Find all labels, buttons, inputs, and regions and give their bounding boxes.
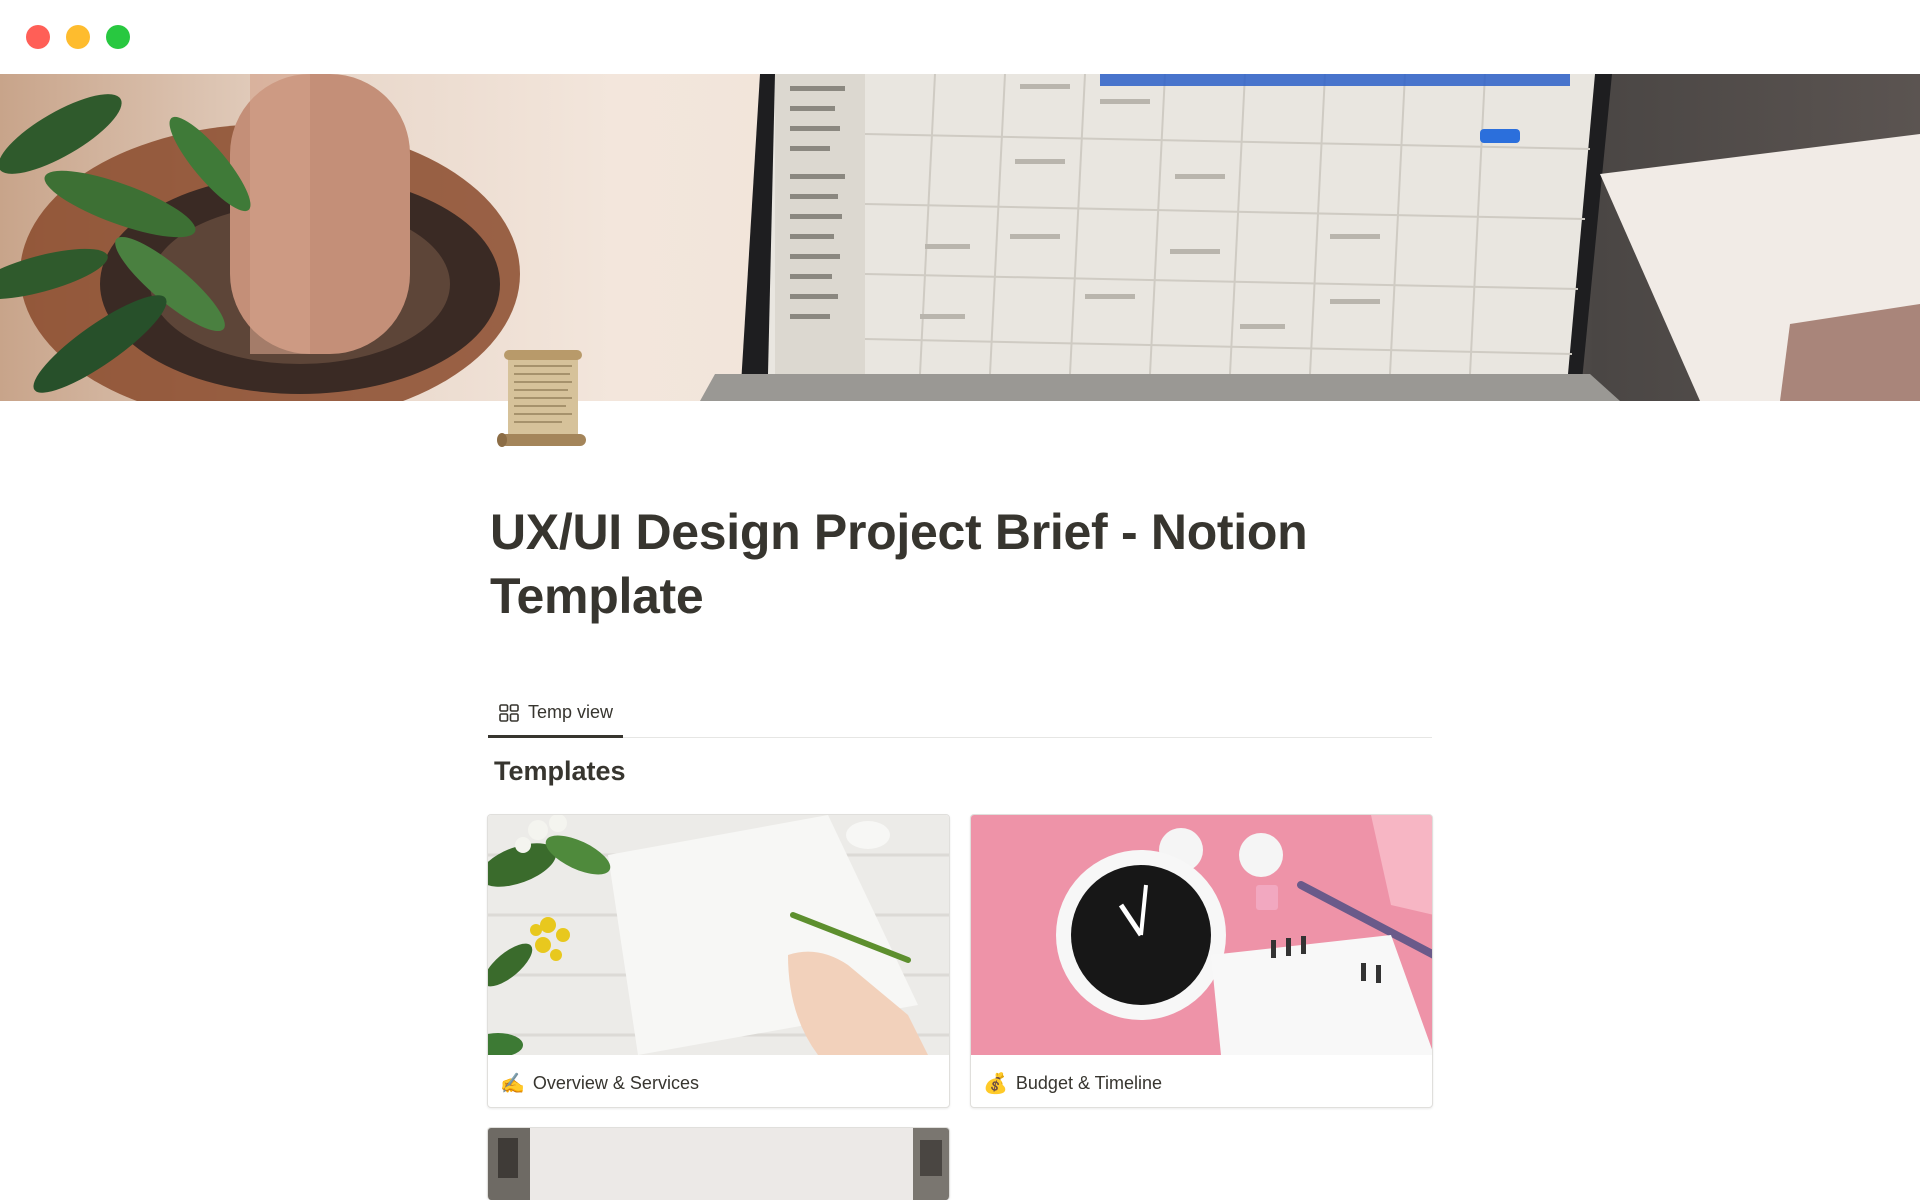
page-cover-image[interactable] — [0, 74, 1920, 401]
gallery-card-partial[interactable] — [487, 1127, 950, 1200]
gallery-card-budget-timeline[interactable]: 💰 Budget & Timeline — [970, 814, 1433, 1108]
close-window-button[interactable] — [26, 25, 50, 49]
card-label: ✍️ Overview & Services — [500, 1069, 699, 1097]
view-tabs: Temp view — [488, 690, 1432, 738]
gallery-heading[interactable]: Templates — [494, 756, 626, 787]
tab-label: Temp view — [528, 702, 614, 722]
card-label: 💰 Budget & Timeline — [983, 1069, 1162, 1097]
gallery-card-overview-services[interactable]: ✍️ Overview & Services — [487, 814, 950, 1108]
card-title: Budget & Timeline — [1015, 1072, 1162, 1093]
zoom-window-button[interactable] — [106, 25, 130, 49]
money-bag-icon: 💰 — [983, 1072, 1008, 1095]
tab-temp-view[interactable]: Temp view — [488, 690, 624, 738]
gallery-icon — [498, 702, 520, 724]
partial-card-photo — [488, 1128, 949, 1200]
scroll-icon[interactable] — [492, 346, 596, 450]
page-title[interactable]: UX/UI Design Project Brief - Notion Temp… — [490, 500, 1430, 628]
hand-writing-on-paper-photo — [488, 815, 949, 1055]
cover-photo-illustration — [0, 74, 1920, 401]
alarm-clock-calendar-photo — [971, 815, 1432, 1055]
minimize-window-button[interactable] — [66, 25, 90, 49]
window-titlebar — [0, 0, 1920, 74]
card-title: Overview & Services — [532, 1072, 699, 1093]
writing-hand-icon: ✍️ — [500, 1072, 525, 1095]
